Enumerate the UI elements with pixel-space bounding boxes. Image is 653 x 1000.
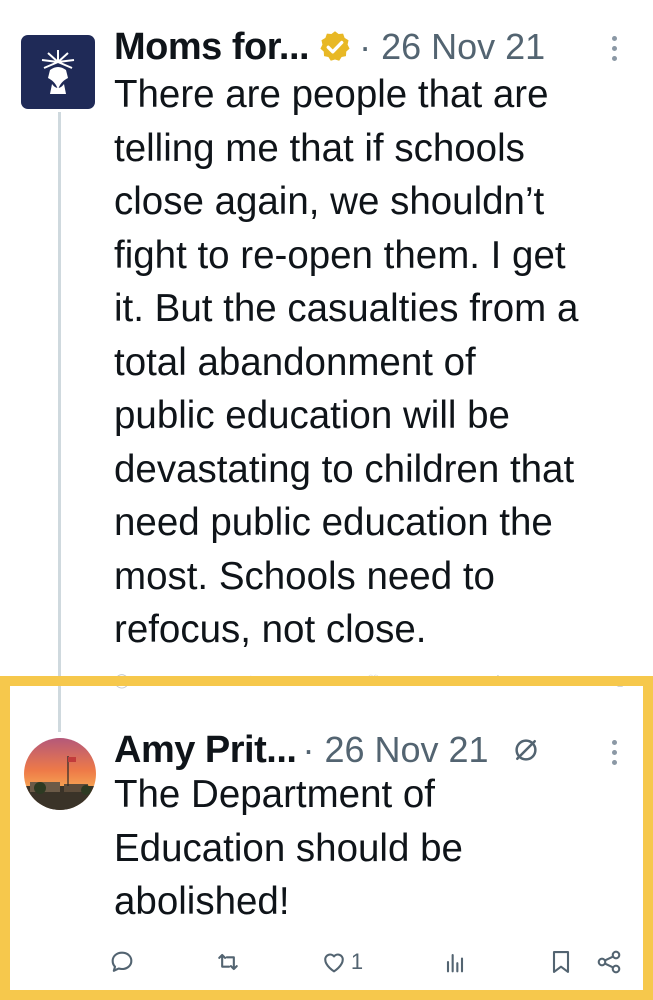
statue-of-liberty-logo-icon	[41, 50, 75, 94]
avatar[interactable]	[24, 738, 96, 810]
verified-badge-icon	[320, 31, 350, 61]
timestamp[interactable]: · 26 Nov 21	[359, 26, 545, 68]
tweet-text: There are people that are telling me tha…	[114, 73, 579, 651]
mute-conversation-icon	[514, 739, 537, 761]
display-name[interactable]: Moms for...	[114, 26, 310, 69]
more-options-icon[interactable]	[612, 36, 620, 61]
heart-icon	[324, 953, 344, 973]
reply-button[interactable]	[108, 948, 136, 976]
analytics-icon	[447, 953, 464, 973]
timestamp[interactable]: · 26 Nov 21	[302, 729, 488, 771]
retweet-button[interactable]	[214, 948, 242, 976]
like-count: 1	[350, 949, 364, 974]
more-options-icon[interactable]	[612, 740, 620, 765]
share-button[interactable]	[595, 948, 623, 976]
views-button[interactable]	[441, 948, 469, 976]
tweet-text: The Department of Education should be ab…	[114, 773, 463, 923]
share-icon	[597, 950, 621, 974]
sunset-photo-icon	[24, 738, 96, 810]
avatar[interactable]	[21, 35, 95, 109]
display-name[interactable]: Amy Prit...	[114, 729, 297, 772]
tweet-header: Moms for... · 26 Nov 21	[114, 22, 545, 72]
tweet-actions: 1	[108, 944, 623, 980]
bookmark-button[interactable]	[547, 948, 575, 976]
bookmark-icon	[552, 951, 570, 973]
thread-connector-line	[58, 112, 61, 732]
like-button[interactable]: 1	[320, 948, 363, 976]
reply-icon	[111, 951, 133, 972]
retweet-icon	[218, 953, 238, 971]
